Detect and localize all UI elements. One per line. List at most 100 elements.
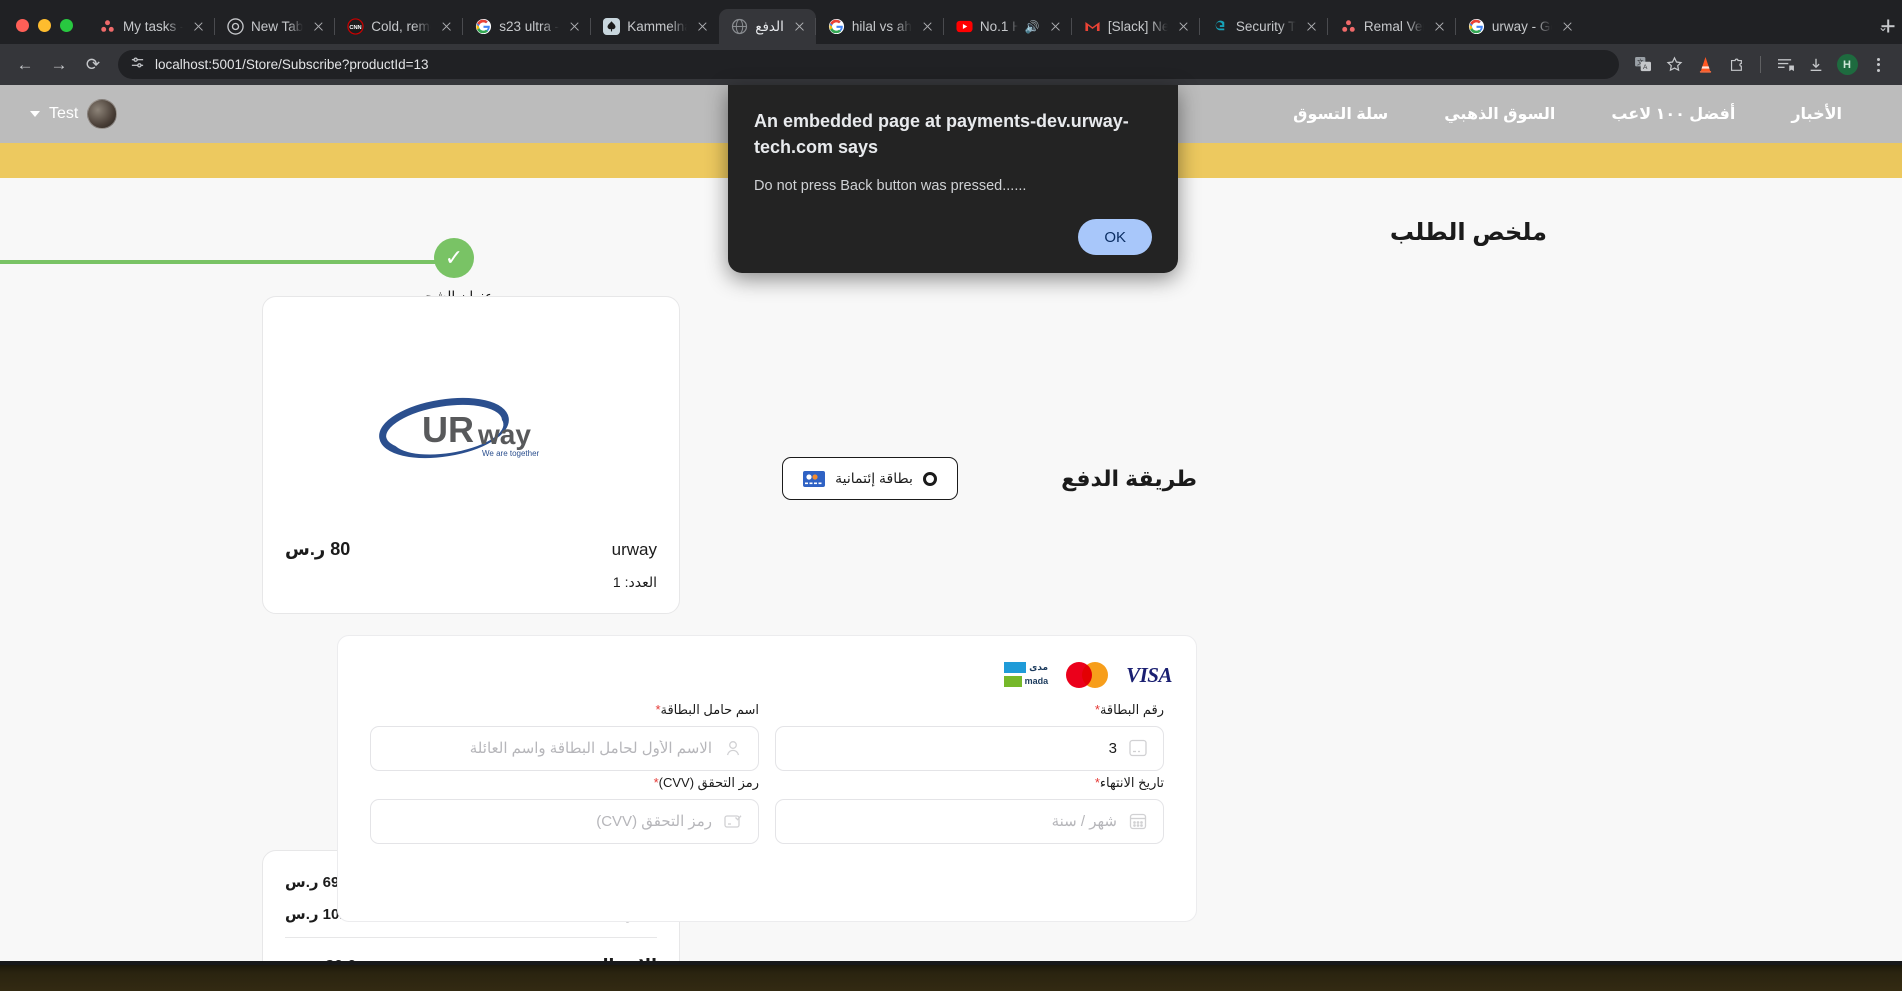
tab-audio-icon[interactable]: 🔊 [1025, 20, 1040, 34]
toolbar-icons: 文 A H [1629, 51, 1892, 79]
dialog-ok-button[interactable]: OK [1078, 219, 1152, 256]
tab-separator [1070, 18, 1072, 35]
tab-close-button[interactable] [190, 18, 207, 35]
browser-tab[interactable]: urway - Goo [1454, 9, 1584, 44]
calendar-icon [1127, 811, 1149, 833]
tab-title: hilal vs ahli - [851, 19, 912, 34]
maximize-window-button[interactable] [60, 19, 73, 32]
avatar [87, 99, 118, 129]
tab-close-button[interactable] [1559, 18, 1576, 35]
browser-tab[interactable]: Kammelna A [590, 9, 719, 44]
expiry-input-wrapper[interactable] [775, 799, 1164, 844]
stepper-progress-line [0, 260, 454, 264]
profile-avatar[interactable]: H [1833, 51, 1861, 79]
cvv-input-wrapper[interactable] [370, 799, 759, 844]
step-shipping-address[interactable]: ✓ عنوان الشحن [389, 216, 519, 305]
product-row: urway 80 ر.س [285, 539, 657, 560]
payment-option-credit-card[interactable]: بطاقة إئتمانية [782, 457, 958, 500]
tab-close-button[interactable] [1303, 18, 1320, 35]
browser-tab[interactable]: CNN Cold, remote [334, 9, 463, 44]
browser-tab[interactable]: [Slack] New [1070, 9, 1200, 44]
nav-link-news[interactable]: الأخبار [1791, 104, 1842, 124]
tab-separator [1326, 18, 1328, 35]
kebab-menu-icon[interactable] [1864, 51, 1892, 79]
tab-close-button[interactable] [1431, 18, 1448, 35]
cvv-input[interactable] [385, 813, 712, 830]
tab-title: New Tab [251, 19, 304, 34]
browser-tab[interactable]: s23 ultra - G [462, 9, 591, 44]
tab-title: Remal Ventu [1363, 19, 1424, 34]
user-menu[interactable]: Test [30, 99, 118, 129]
tab-separator [942, 18, 944, 35]
back-button[interactable]: ← [10, 50, 40, 80]
cnn-icon: CNN [347, 18, 364, 35]
expiry-input[interactable] [790, 813, 1117, 830]
mada-arabic-text: مدى [1029, 661, 1049, 672]
google-icon [828, 18, 845, 35]
downloads-icon[interactable] [1802, 51, 1830, 79]
javascript-alert-dialog: An embedded page at payments-dev.urway-t… [728, 85, 1178, 274]
product-quantity: العدد: 1 [612, 574, 657, 590]
nav-link-cart[interactable]: سلة التسوق [1293, 104, 1388, 124]
tab-close-button[interactable] [1047, 18, 1064, 35]
reading-list-icon[interactable] [1771, 51, 1799, 79]
browser-tab[interactable]: My tasks - A [87, 9, 215, 44]
browser-tab[interactable]: Remal Ventu [1326, 9, 1456, 44]
tab-strip: My tasks - A New Tab CNN Cold, remote s23 ul… [0, 0, 1902, 44]
radio-button[interactable] [922, 471, 937, 486]
tab-title: Kammelna A [627, 19, 688, 34]
nav-link-top-100-players[interactable]: أفضل ١٠٠ لاعب [1611, 104, 1735, 124]
svg-text:We are together: We are together [482, 449, 540, 458]
tab-separator [462, 18, 464, 35]
tab-close-button[interactable] [1175, 18, 1192, 35]
close-window-button[interactable] [16, 19, 29, 32]
tab-close-button[interactable] [694, 18, 711, 35]
checkout-content: ملخص الطلب ✓ عنوان الشحن الدفع [0, 178, 1902, 961]
field-label: رمز التحقق (CVV)* [653, 775, 759, 790]
desktop-wallpaper-strip [0, 961, 1902, 991]
tab-title: urway - Goo [1491, 19, 1552, 34]
card-form-panel: مدى mada VISA رقم البطاقة* 3 اسم حامل ال… [337, 635, 1197, 922]
tab-separator [814, 18, 816, 35]
cvv-card-icon [722, 811, 744, 833]
tab-close-button[interactable] [438, 18, 455, 35]
browser-window: My tasks - A New Tab CNN Cold, remote s23 ul… [0, 0, 1902, 991]
extensions-puzzle-icon[interactable] [1722, 51, 1750, 79]
browser-tab[interactable]: New Tab [214, 9, 335, 44]
tab-close-button[interactable] [791, 18, 808, 35]
browser-tab[interactable]: الدفع [719, 9, 816, 44]
tab-title: الدفع [755, 18, 784, 34]
tab-close-button[interactable] [919, 18, 936, 35]
browser-tab[interactable]: Security Tes [1198, 9, 1328, 44]
tab-search-icon[interactable]: ⌄ [1878, 20, 1888, 34]
tab-separator [214, 18, 215, 35]
asana-icon [1340, 18, 1357, 35]
visa-logo: VISA [1126, 662, 1172, 687]
card-holder-input-wrapper[interactable] [370, 726, 759, 771]
page-settings-icon[interactable] [130, 55, 145, 75]
card-number-input[interactable] [790, 740, 1117, 757]
browser-tab[interactable]: No.1 Hab 🔊 [942, 9, 1072, 44]
user-name: Test [49, 105, 79, 122]
card-holder-input[interactable] [385, 740, 712, 757]
bookmark-star-icon[interactable] [1660, 51, 1688, 79]
tab-separator [1198, 18, 1200, 35]
card-number-input-wrapper[interactable] [775, 726, 1164, 771]
translate-icon[interactable]: 文 A [1629, 51, 1657, 79]
address-bar[interactable]: localhost:5001/Store/Subscribe?productId… [118, 50, 1619, 79]
tab-close-button[interactable] [566, 18, 583, 35]
forward-button[interactable]: → [44, 50, 74, 80]
tab-close-button[interactable] [310, 18, 327, 35]
minimize-window-button[interactable] [38, 19, 51, 32]
chrome-icon [227, 18, 244, 35]
reload-button[interactable]: ⟳ [78, 50, 108, 80]
nav-link-golden-market[interactable]: السوق الذهبي [1444, 104, 1555, 124]
dialog-message: Do not press Back button was pressed....… [754, 178, 1027, 195]
svg-text:way: way [477, 419, 531, 450]
mada-latin-text: mada [1024, 675, 1049, 686]
product-price: 80 ر.س [285, 539, 351, 559]
browser-tab[interactable]: hilal vs ahli - [814, 9, 944, 44]
extension-cone-icon[interactable] [1691, 51, 1719, 79]
field-label: تاريخ الانتهاء* [1094, 775, 1164, 790]
payment-option-label: بطاقة إئتمانية [835, 470, 913, 486]
